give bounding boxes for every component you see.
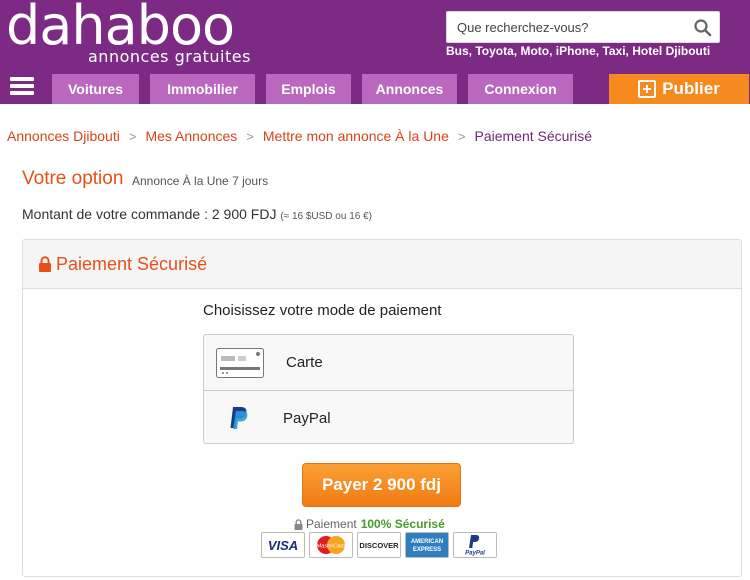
nav-tab-voitures[interactable]: Voitures	[52, 74, 139, 104]
chevron-right-icon: >	[457, 128, 466, 144]
paypal-logo-icon: PayPal	[453, 532, 497, 558]
option-title: Votre option	[22, 168, 124, 189]
discover-logo-text: DISCOVER	[359, 541, 399, 550]
breadcrumb: Annonces Djibouti > Mes Annonces > Mettr…	[7, 128, 592, 144]
search-suggestions: Bus, Toyota, Moto, iPhone, Taxi, Hotel D…	[446, 44, 711, 58]
nav-tab-annonces[interactable]: Annonces	[362, 74, 457, 104]
breadcrumb-mettre-a-la-une[interactable]: Mettre mon annonce À la Une	[263, 128, 449, 144]
visa-logo-icon: VISA	[261, 532, 305, 558]
search-icon[interactable]	[693, 18, 713, 38]
mastercard-logo-text: MasterCard	[317, 544, 347, 550]
breadcrumb-mes-annonces[interactable]: Mes Annonces	[145, 128, 237, 144]
visa-logo-text: VISA	[268, 538, 298, 553]
paypal-logo-text: PayPal	[465, 551, 485, 557]
card-logos: VISA MasterCard DISCOVER AMERICAN EXPRES…	[261, 532, 497, 558]
payment-option-paypal-label: PayPal	[283, 409, 331, 427]
breadcrumb-home[interactable]: Annonces Djibouti	[7, 128, 120, 144]
breadcrumb-current: Paiement Sécurisé	[474, 128, 592, 144]
paypal-icon	[230, 407, 248, 429]
nav-tab-emplois[interactable]: Emplois	[266, 74, 351, 104]
svg-text:EXPRESS: EXPRESS	[413, 547, 441, 553]
chevron-right-icon: >	[128, 128, 137, 144]
secure-prefix: Paiement	[306, 517, 357, 531]
pay-button[interactable]: Payer 2 900 fdj	[302, 463, 461, 507]
search-input[interactable]	[447, 12, 687, 42]
order-amount-label: Montant de votre commande : 2 900 FDJ	[22, 206, 277, 222]
order-amount: Montant de votre commande : 2 900 FDJ (≈…	[22, 206, 372, 222]
plus-icon	[638, 80, 657, 98]
credit-card-icon	[216, 347, 264, 378]
svg-text:AMERICAN: AMERICAN	[411, 539, 443, 545]
order-amount-conversion: (≈ 16 $USD ou 16 €)	[280, 211, 373, 222]
panel-header: Paiement Sécurisé	[23, 240, 741, 289]
search-box	[446, 11, 720, 43]
payment-option-card[interactable]: Carte	[204, 335, 573, 390]
site-tagline: annonces gratuites	[88, 47, 251, 66]
site-header: dahaboo annonces gratuites Bus, Toyota, …	[0, 0, 750, 104]
hamburger-menu-icon[interactable]	[10, 77, 34, 99]
panel-title: Paiement Sécurisé	[56, 253, 208, 274]
secure-strong: 100% Sécurisé	[360, 517, 445, 531]
small-lock-icon	[294, 518, 303, 530]
publish-label: Publier	[662, 79, 720, 98]
chevron-right-icon: >	[246, 128, 254, 144]
publish-button[interactable]: Publier	[609, 74, 749, 104]
amex-logo-icon: AMERICAN EXPRESS	[405, 532, 449, 558]
secure-payment-note: Paiement 100% Sécurisé	[294, 517, 445, 531]
nav-tab-connexion[interactable]: Connexion	[468, 74, 573, 104]
payment-option-card-label: Carte	[286, 354, 323, 371]
secure-payment-panel: Paiement Sécurisé Choisissez votre mode …	[22, 239, 742, 577]
payment-option-paypal[interactable]: PayPal	[204, 390, 573, 445]
lock-icon	[39, 256, 51, 272]
discover-logo-icon: DISCOVER	[357, 532, 401, 558]
payment-method-list: Carte PayPal	[203, 334, 574, 444]
option-subtitle: Annonce À la Une 7 jours	[132, 174, 269, 188]
payment-method-prompt: Choisissez votre mode de paiement	[203, 302, 442, 319]
mastercard-logo-icon: MasterCard	[309, 532, 353, 558]
nav-tab-immobilier[interactable]: Immobilier	[150, 74, 255, 104]
